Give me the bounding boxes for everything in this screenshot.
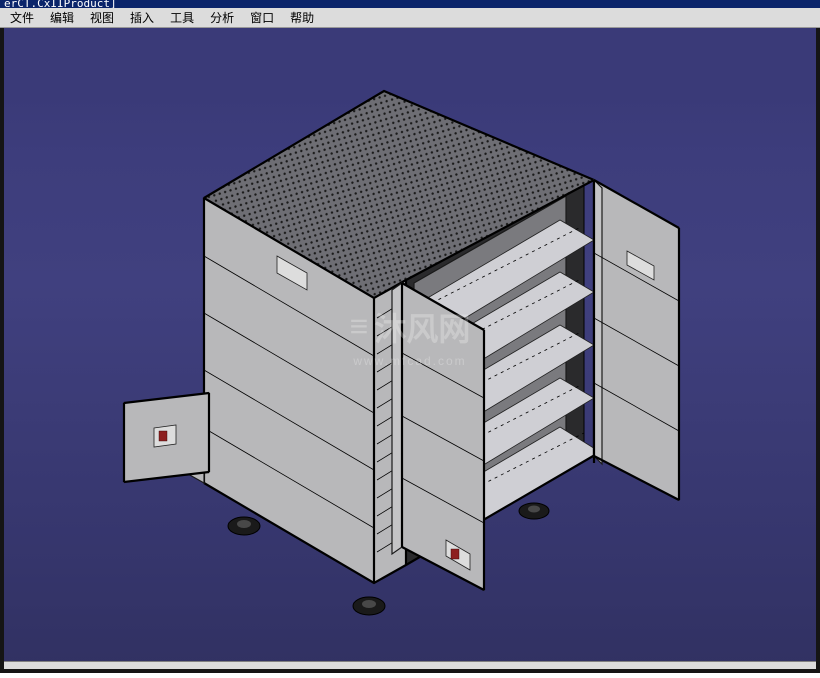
menu-bar: 文件 编辑 视图 插入 工具 分析 窗口 帮助 (0, 8, 820, 28)
menu-help[interactable]: 帮助 (282, 7, 322, 28)
menu-analyze[interactable]: 分析 (202, 7, 242, 28)
menu-file[interactable]: 文件 (2, 7, 42, 28)
menu-view[interactable]: 视图 (82, 7, 122, 28)
3d-viewport[interactable]: ≡ 沐风网 www.mfcad.com (0, 28, 820, 673)
menu-window[interactable]: 窗口 (242, 7, 282, 28)
menu-edit[interactable]: 编辑 (42, 7, 82, 28)
menu-insert[interactable]: 插入 (122, 7, 162, 28)
cabinet-model-icon (54, 58, 754, 658)
menu-tools[interactable]: 工具 (162, 7, 202, 28)
cad-model (54, 58, 754, 658)
status-bar (4, 661, 816, 669)
